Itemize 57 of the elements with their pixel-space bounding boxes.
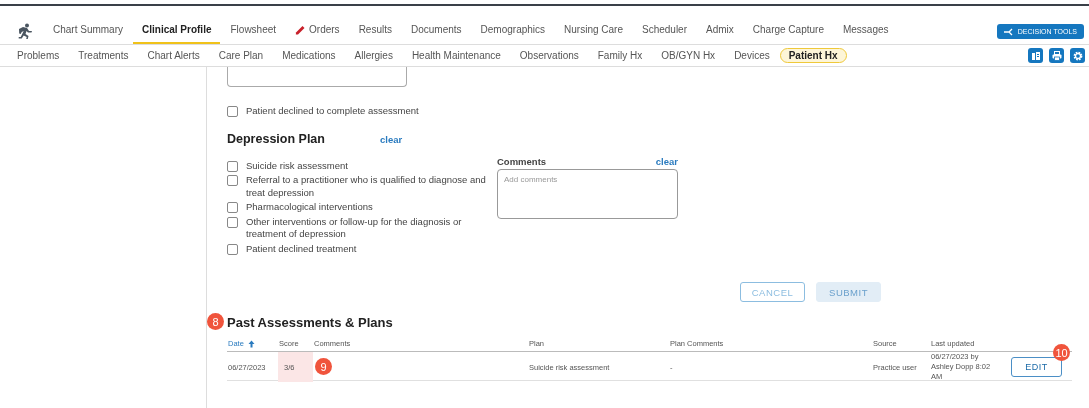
print-button[interactable] <box>1049 48 1064 63</box>
sub-tab[interactable]: Health Maintenance <box>402 48 510 63</box>
checkbox[interactable] <box>227 106 238 117</box>
sub-tab[interactable]: Problems <box>8 48 69 63</box>
checkbox-label: Pharmacological interventions <box>246 201 374 214</box>
comments-field[interactable]: Add comments <box>497 168 678 219</box>
edit-button[interactable]: EDIT <box>1011 357 1062 377</box>
nav-tab[interactable]: Scheduler <box>632 20 696 44</box>
nav-tab[interactable]: Flowsheet <box>221 20 286 44</box>
callout-badge: 10 <box>1053 344 1070 361</box>
notebook-button[interactable] <box>1028 48 1043 63</box>
checkbox[interactable] <box>227 202 238 213</box>
checkbox-label: Patient declined to complete assessment <box>246 105 419 118</box>
checkbox[interactable] <box>227 175 238 186</box>
checkbox-label: Suicide risk assessment <box>246 159 349 172</box>
checkbox-label: Referral to a practitioner who is qualified to diagnose and treat depression <box>246 174 487 199</box>
runner-logo-icon <box>16 23 34 39</box>
branch-icon <box>1003 27 1013 36</box>
sub-tab[interactable]: Family Hx <box>588 48 652 63</box>
sub-tab[interactable]: OB/GYN Hx <box>652 48 725 63</box>
checkbox-label: Patient declined treatment <box>246 242 358 255</box>
sub-tab[interactable]: Allergies <box>345 48 402 63</box>
section-title: Past Assessments & Plans <box>227 315 393 330</box>
checkbox[interactable] <box>227 216 238 228</box>
checkbox-label: Other interventions or follow-up for the diagnosis or treatment of depression <box>246 215 463 241</box>
sub-tab[interactable]: Medications <box>273 48 345 63</box>
clear-link[interactable]: clear <box>655 155 678 167</box>
nav-tab[interactable]: Messages <box>833 20 898 44</box>
nav-tab[interactable]: Orders <box>286 20 349 44</box>
clear-link[interactable]: clear <box>380 133 403 145</box>
comments-label: Comments <box>497 155 547 167</box>
sub-tab[interactable]: Treatments <box>69 48 138 63</box>
nav-tab[interactable]: Charge Capture <box>743 20 833 44</box>
pencil-icon <box>295 23 307 35</box>
settings-button[interactable] <box>1070 48 1085 63</box>
nav-tab[interactable]: Demographics <box>471 20 555 44</box>
text-field[interactable] <box>227 67 407 87</box>
sub-tab[interactable]: Care Plan <box>209 48 273 63</box>
sort-arrow-icon <box>247 339 255 348</box>
section-title: Depression Plan <box>227 131 326 146</box>
nav-tab[interactable]: Nursing Care <box>555 20 632 44</box>
checkbox[interactable] <box>227 243 238 255</box>
nav-tab[interactable]: Results <box>349 20 401 44</box>
sub-tab[interactable]: Patient Hx <box>779 48 847 63</box>
sub-tab[interactable]: Chart Alerts <box>138 48 209 63</box>
nav-tab[interactable]: Admix <box>697 20 743 44</box>
callout-badge: 9 <box>315 358 332 375</box>
checkbox[interactable] <box>227 160 238 172</box>
sub-tab[interactable]: Observations <box>510 48 588 63</box>
nav-tab[interactable]: Documents <box>402 20 471 44</box>
notebook-icon <box>1030 50 1041 61</box>
settings-icon <box>1072 50 1083 61</box>
callout-badge: 8 <box>207 313 224 330</box>
nav-tab[interactable]: Clinical Profile <box>133 20 221 44</box>
nav-tab[interactable]: Chart Summary <box>44 20 132 44</box>
print-icon <box>1051 50 1062 61</box>
sub-tab[interactable]: Devices <box>725 48 779 63</box>
